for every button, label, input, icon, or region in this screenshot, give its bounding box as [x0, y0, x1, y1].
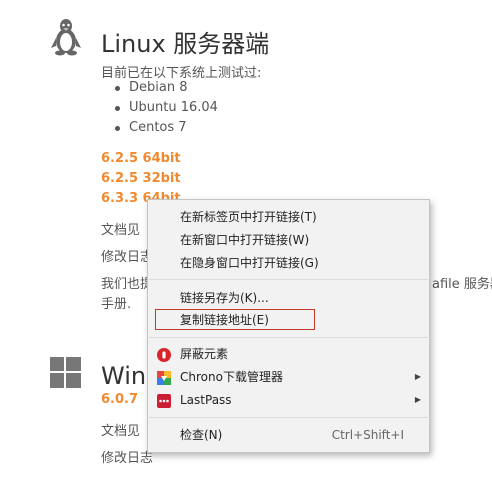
windows-logo-icon: [50, 357, 81, 388]
windows-download-link[interactable]: 6.0.7: [101, 392, 138, 407]
menu-item-label: 链接另存为(K)...: [180, 291, 269, 305]
submenu-arrow-icon: ▶: [414, 372, 421, 381]
menu-item-label: Chrono下载管理器: [180, 370, 283, 384]
windows-doc-label: 文档见: [101, 424, 141, 439]
copy-link-highlight-box: [155, 309, 315, 330]
menu-item-label: 屏蔽元素: [180, 347, 229, 361]
submenu-arrow-icon: ▶: [414, 395, 421, 404]
linux-section-title: Linux 服务器端: [101, 30, 270, 58]
context-menu: 在新标签页中打开链接(T) 在新窗口中打开链接(W) 在隐身窗口中打开链接(G)…: [147, 199, 430, 453]
menu-separator: [149, 279, 428, 280]
menu-item-label: LastPass: [180, 393, 232, 407]
menu-item-chrono-download-manager[interactable]: Chrono下载管理器 ▶: [148, 366, 429, 388]
menu-separator: [149, 337, 428, 338]
menu-item-open-incognito[interactable]: 在隐身窗口中打开链接(G): [148, 252, 429, 274]
linux-more-text-line2: 手册.: [101, 297, 132, 312]
lastpass-icon: [157, 393, 171, 408]
menu-item-lastpass[interactable]: LastPass ▶: [148, 389, 429, 411]
tested-systems-list: Debian 8 Ubuntu 16.04 Centos 7: [113, 78, 218, 138]
linux-changelog-link[interactable]: 修改日志: [101, 246, 153, 265]
menu-item-label: 在新标签页中打开链接(T): [180, 210, 317, 224]
menu-item-block-element[interactable]: 屏蔽元素: [148, 343, 429, 365]
list-item: Ubuntu 16.04: [113, 98, 218, 118]
linux-more-text-right: afile 服务器: [432, 277, 492, 292]
linux-more-text: 我们也提: [101, 277, 154, 292]
menu-item-label: 在新窗口中打开链接(W): [180, 233, 310, 247]
menu-separator: [149, 417, 428, 418]
download-link-625-64[interactable]: 6.2.5 64bit: [101, 151, 181, 166]
download-link-625-32[interactable]: 6.2.5 32bit: [101, 171, 181, 186]
menu-item-inspect[interactable]: 检查(N) Ctrl+Shift+I: [148, 424, 429, 446]
list-item: Centos 7: [113, 118, 218, 138]
inspect-shortcut: Ctrl+Shift+I: [331, 428, 404, 442]
menu-item-label: 检查(N): [180, 428, 223, 442]
windows-changelog-link[interactable]: 修改日志: [101, 447, 153, 466]
menu-item-label: 在隐身窗口中打开链接(G): [180, 256, 319, 270]
menu-item-open-new-window[interactable]: 在新窗口中打开链接(W): [148, 229, 429, 251]
menu-item-open-new-tab[interactable]: 在新标签页中打开链接(T): [148, 206, 429, 228]
chrono-icon: [157, 370, 171, 385]
list-item: Debian 8: [113, 78, 218, 98]
linux-penguin-icon: [50, 18, 82, 56]
adblock-icon: [157, 347, 171, 362]
menu-item-save-link-as[interactable]: 链接另存为(K)...: [148, 287, 429, 309]
linux-doc-label: 文档见: [101, 223, 141, 238]
